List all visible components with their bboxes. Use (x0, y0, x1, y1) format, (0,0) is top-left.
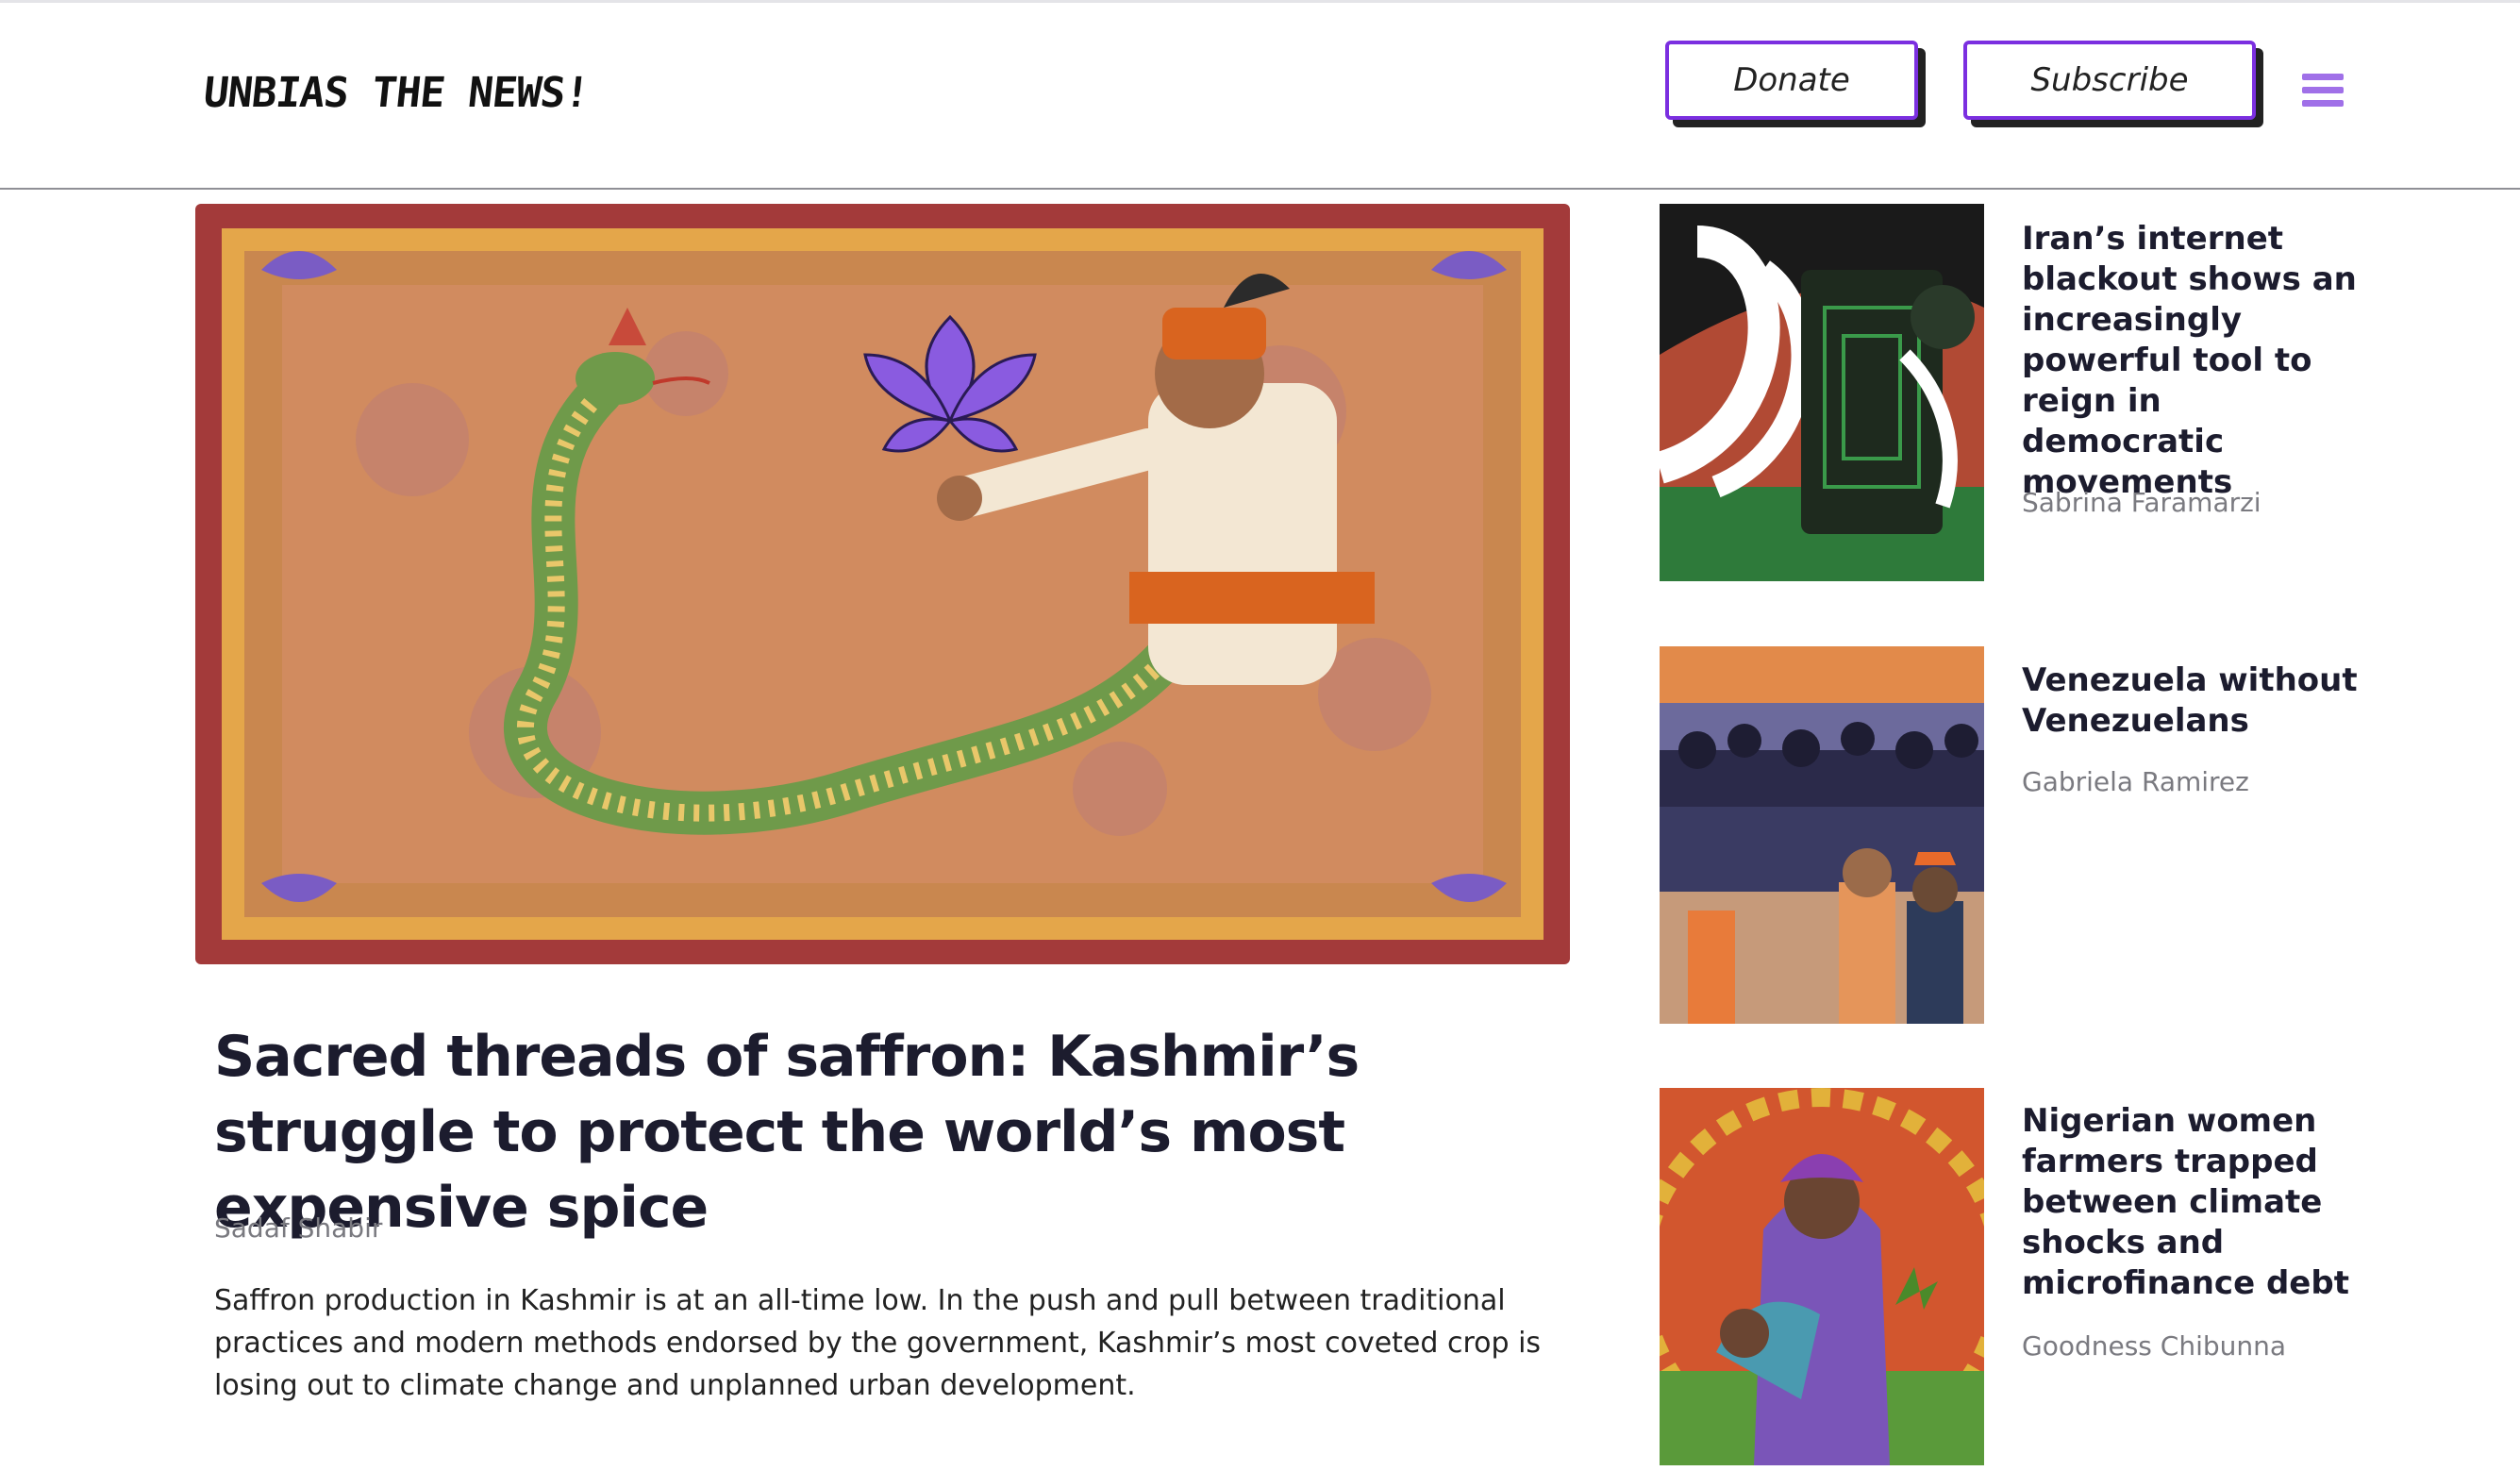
subscribe-button[interactable]: Subscribe (1963, 41, 2256, 120)
featured-summary: Saffron production in Kashmir is at an a… (214, 1284, 1542, 1402)
story-author-nigeria[interactable]: Goodness Chibunna (2022, 1330, 2286, 1362)
site-logo[interactable]: UNBIAS THE NEWS! (201, 69, 591, 117)
story-title-iran[interactable]: Iran’s internet blackout shows an increa… (2022, 219, 2361, 503)
story-title-nigeria[interactable]: Nigerian women farmers trapped between c… (2022, 1101, 2361, 1304)
story-thumbnail-venezuela[interactable] (1660, 646, 1984, 1024)
featured-illustration[interactable] (195, 204, 1570, 964)
site-header: UNBIAS THE NEWS! Donate Subscribe (0, 3, 2520, 190)
story-author-iran[interactable]: Sabrina Faramarzi (2022, 487, 2261, 518)
story-title-venezuela[interactable]: Venezuela without Venezuelans (2022, 660, 2361, 742)
story-thumbnail-nigeria[interactable] (1660, 1088, 1984, 1465)
story-thumbnail-iran[interactable] (1660, 204, 1984, 581)
featured-title[interactable]: Sacred threads of saffron: Kashmir’s str… (214, 1019, 1573, 1245)
story-author-venezuela[interactable]: Gabriela Ramirez (2022, 766, 2249, 797)
featured-author[interactable]: Sadaf Shabir (214, 1212, 382, 1244)
donate-button[interactable]: Donate (1665, 41, 1918, 120)
hamburger-menu-icon[interactable] (2302, 74, 2344, 113)
